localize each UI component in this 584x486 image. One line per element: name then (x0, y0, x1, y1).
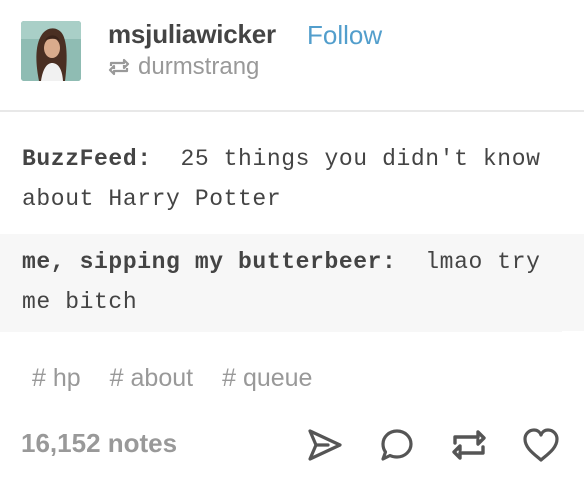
chat-line: me, sipping my butterbeer: lmao try me b… (0, 234, 584, 331)
follow-button[interactable]: Follow (307, 20, 382, 51)
tag-list: # hp # about # queue (32, 364, 312, 393)
reblogged-from[interactable]: durmstrang (108, 52, 259, 82)
notes-count[interactable]: 16,152 notes (21, 428, 177, 459)
chat-speaker: BuzzFeed: (22, 146, 152, 172)
avatar[interactable] (21, 21, 81, 81)
reblog-small-icon (108, 57, 130, 77)
post-actions (304, 420, 562, 470)
reblogged-from-blog: durmstrang (138, 53, 260, 80)
reply-icon[interactable] (376, 424, 418, 466)
avatar-image (21, 21, 81, 81)
share-icon[interactable] (304, 424, 346, 466)
chat-line: BuzzFeed: 25 things you didn't know abou… (0, 139, 584, 219)
reblog-icon[interactable] (448, 424, 490, 466)
tag-queue[interactable]: # queue (222, 364, 312, 393)
tag-hp[interactable]: # hp (32, 364, 81, 393)
like-icon[interactable] (520, 424, 562, 466)
post-header: msjuliawicker Follow durmstrang (0, 0, 584, 112)
chat-speaker: me, sipping my butterbeer: (22, 249, 397, 275)
tag-about[interactable]: # about (110, 364, 193, 393)
username[interactable]: msjuliawicker (108, 19, 276, 50)
